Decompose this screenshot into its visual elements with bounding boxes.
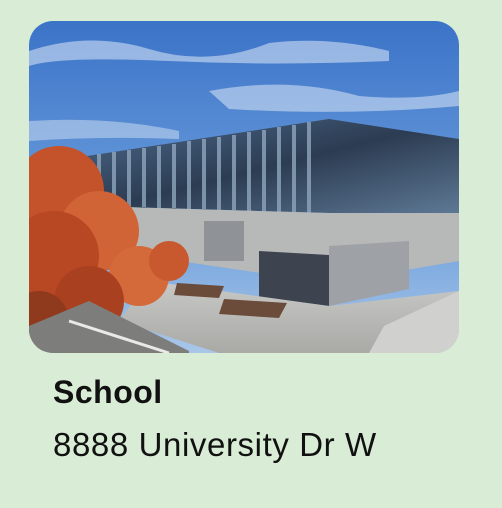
place-title: School xyxy=(53,374,163,410)
building-photo-illustration xyxy=(29,21,459,353)
place-card[interactable]: School 8888 University Dr W xyxy=(0,0,502,508)
building-photo[interactable] xyxy=(29,21,459,353)
place-address: 8888 University Dr W xyxy=(53,426,377,463)
